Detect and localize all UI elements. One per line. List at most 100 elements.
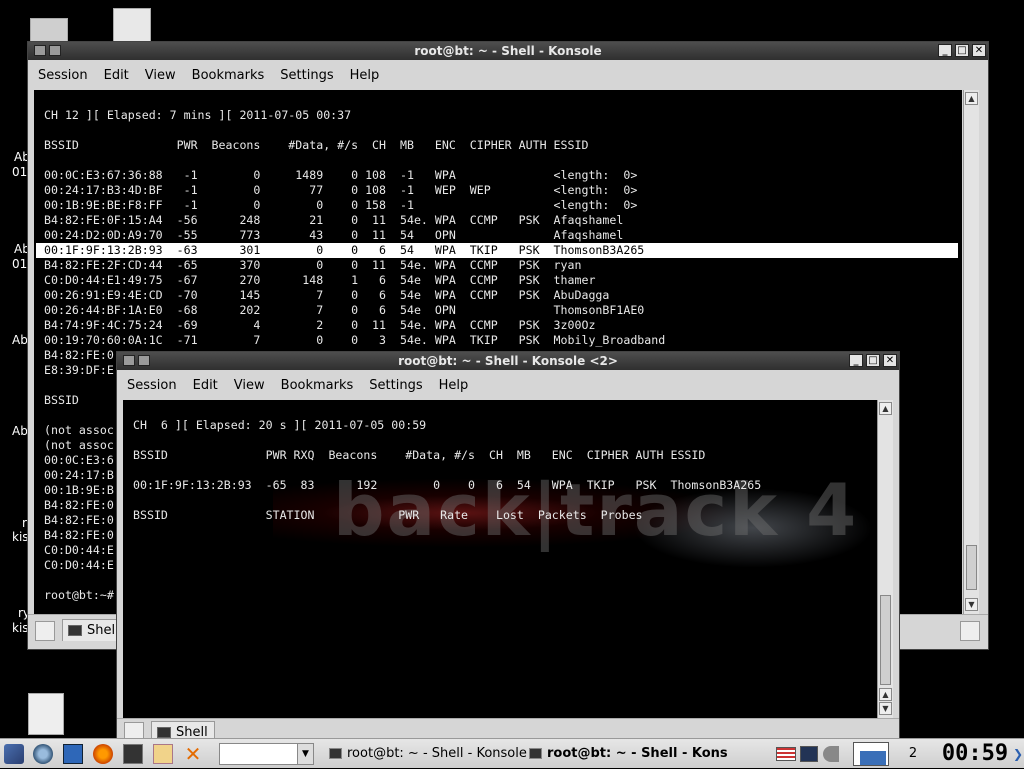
volume-icon[interactable] (823, 746, 839, 762)
terminal-line: root@bt:~# (44, 588, 121, 602)
desktop-text-file-icon[interactable] (113, 8, 151, 42)
scroll-down-button[interactable]: ▼ (879, 702, 892, 715)
tab-shell[interactable]: Shel (62, 619, 120, 641)
sticky-icon[interactable] (138, 355, 150, 366)
desktop-label: Ab (12, 333, 28, 347)
menu-help[interactable]: Help (342, 68, 388, 83)
window-menu-icon[interactable] (34, 45, 46, 56)
scroll-down-button[interactable]: ▲ (879, 688, 892, 701)
desktop-label: 01 (12, 257, 28, 271)
minimize-button[interactable]: _ (938, 44, 952, 57)
terminal-line: 00:24:D2:0D:A9:70 -55 773 43 0 11 54 OPN… (44, 228, 624, 242)
scroll-down-button[interactable]: ▼ (965, 598, 978, 611)
taskbar-combobox[interactable]: ▼ (219, 743, 314, 765)
terminal-line: BSSID STATION PWR Rate Lost Packets Prob… (133, 508, 643, 522)
terminal-line: E8:39:DF:E (44, 363, 114, 377)
menu-session[interactable]: Session (117, 378, 185, 393)
terminal-line: (not assoc (44, 438, 114, 452)
terminal-line: C0:D0:44:E (44, 543, 114, 557)
terminal-line: 00:1F:9F:13:2B:93 -63 301 0 0 6 54 WPA T… (44, 243, 645, 257)
scroll-up-button[interactable]: ▲ (965, 92, 978, 105)
terminal-line: 00:1F:9F:13:2B:93 -65 83 192 0 0 6 54 WP… (133, 478, 762, 492)
terminal-line: BSSID (44, 393, 79, 407)
scroll-thumb[interactable] (966, 545, 977, 590)
terminal-line: 00:1B:9E:BE:F8:FF -1 0 0 0 158 -1 <lengt… (44, 198, 638, 212)
new-tab-button[interactable] (35, 621, 55, 641)
menu-edit[interactable]: Edit (96, 68, 137, 83)
terminal-1-scrollbar[interactable]: ▲ ▼ (963, 90, 979, 614)
terminal-line: B4:82:FE:2F:CD:44 -65 370 0 0 11 54e. WP… (44, 258, 582, 272)
task-konsole-1[interactable]: root@bt: ~ - Shell - Konsole (327, 743, 527, 765)
settings-gear-icon[interactable] (33, 744, 53, 764)
terminal-icon (157, 727, 171, 738)
pager-desktop-2-label: 2 (908, 746, 918, 761)
close-tab-button[interactable] (960, 621, 980, 641)
clock[interactable]: 00:59 (940, 739, 1010, 769)
menu-settings[interactable]: Settings (361, 378, 430, 393)
task-konsole-1-label: root@bt: ~ - Shell - Konsole (347, 746, 527, 761)
terminal-line: 00:19:70:60:0A:1C -71 7 0 0 3 54e. WPA T… (44, 333, 666, 347)
menu-help[interactable]: Help (431, 378, 477, 393)
firefox-icon[interactable] (93, 744, 113, 764)
desktop-file-icon[interactable] (28, 693, 64, 735)
sticky-icon[interactable] (49, 45, 61, 56)
scroll-up-button[interactable]: ▲ (879, 402, 892, 415)
window-2-title: root@bt: ~ - Shell - Konsole <2> (398, 354, 618, 368)
terminal-icon (529, 748, 542, 759)
window-1-menubar: Session Edit View Bookmarks Settings Hel… (28, 60, 988, 90)
keyboard-layout-flag-icon[interactable] (776, 747, 796, 761)
menu-view[interactable]: View (137, 68, 184, 83)
terminal-line: CH 12 ][ Elapsed: 7 mins ][ 2011-07-05 0… (44, 108, 352, 122)
window-2-titlebar[interactable]: root@bt: ~ - Shell - Konsole <2> _ □ ✕ (117, 352, 899, 370)
task-konsole-2[interactable]: root@bt: ~ - Shell - Konso (527, 743, 727, 765)
maximize-button[interactable]: □ (955, 44, 969, 57)
menu-settings[interactable]: Settings (272, 68, 341, 83)
minimize-button[interactable]: _ (849, 354, 863, 367)
terminal-line: B4:74:9F:4C:75:24 -69 4 2 0 11 54e. WPA … (44, 318, 596, 332)
menu-bookmarks[interactable]: Bookmarks (184, 68, 273, 83)
konsole-window-2: root@bt: ~ - Shell - Konsole <2> _ □ ✕ S… (116, 351, 900, 746)
tab-shell-label: Shel (87, 623, 116, 638)
panel-arrow-icon[interactable]: ❯ (1013, 747, 1023, 761)
pager-desktop-1[interactable] (853, 742, 889, 766)
terminal-line: BSSID PWR Beacons #Data, #/s CH MB ENC C… (44, 138, 589, 152)
desktop-label: Ab (12, 424, 28, 438)
terminal-line: 00:24:17:B (44, 468, 114, 482)
terminal-2[interactable]: back|track 4 CH 6 ][ Elapsed: 20 s ][ 20… (123, 400, 877, 718)
terminal-line: B4:82:FE:0 (44, 498, 114, 512)
terminal-line: B4:82:FE:0F:15:A4 -56 248 21 0 11 54e. W… (44, 213, 624, 227)
kde-menu-icon[interactable] (4, 744, 24, 764)
taskbar: ✕ ▼ root@bt: ~ - Shell - Konsole root@bt… (0, 738, 1024, 768)
chevron-down-icon: ▼ (297, 744, 313, 764)
terminal-line: 00:1B:9E:B (44, 483, 114, 497)
scroll-thumb[interactable] (880, 595, 891, 685)
close-button[interactable]: ✕ (883, 354, 897, 367)
show-desktop-icon[interactable] (63, 744, 83, 764)
text-editor-icon[interactable] (153, 744, 173, 764)
terminal-line: B4:82:FE:0 (44, 513, 114, 527)
close-button[interactable]: ✕ (972, 44, 986, 57)
terminal-line: 00:0C:E3:67:36:88 -1 0 1489 0 108 -1 WPA… (44, 168, 638, 182)
window-1-titlebar[interactable]: root@bt: ~ - Shell - Konsole _ □ ✕ (28, 42, 988, 60)
terminal-launcher-icon[interactable] (123, 744, 143, 764)
menu-session[interactable]: Session (28, 68, 96, 83)
tools-icon[interactable]: ✕ (183, 744, 203, 764)
window-1-title: root@bt: ~ - Shell - Konsole (414, 44, 602, 58)
terminal-line: 00:26:44:BF:1A:E0 -68 202 7 0 6 54e OPN … (44, 303, 645, 317)
task-konsole-2-label: root@bt: ~ - Shell - Konso (547, 746, 727, 761)
terminal-2-scrollbar[interactable]: ▲ ▲ ▼ (877, 400, 893, 718)
backtrack-logo-watermark: back|track 4 (273, 448, 873, 568)
terminal-line: (not assoc (44, 423, 114, 437)
menu-view[interactable]: View (226, 378, 273, 393)
terminal-line: C0:D0:44:E1:49:75 -67 270 148 1 6 54e WP… (44, 273, 596, 287)
network-monitor-icon[interactable] (800, 746, 818, 762)
terminal-line: 00:0C:E3:6 (44, 453, 114, 467)
terminal-line: 00:26:91:E9:4E:CD -70 145 7 0 6 54e WPA … (44, 288, 610, 302)
maximize-button[interactable]: □ (866, 354, 880, 367)
pager-desktop-2[interactable]: 2 (895, 742, 931, 766)
window-menu-icon[interactable] (123, 355, 135, 366)
menu-edit[interactable]: Edit (185, 378, 226, 393)
desktop-label: 01 (12, 165, 28, 179)
menu-bookmarks[interactable]: Bookmarks (273, 378, 362, 393)
terminal-line: B4:82:FE:0 (44, 348, 114, 362)
